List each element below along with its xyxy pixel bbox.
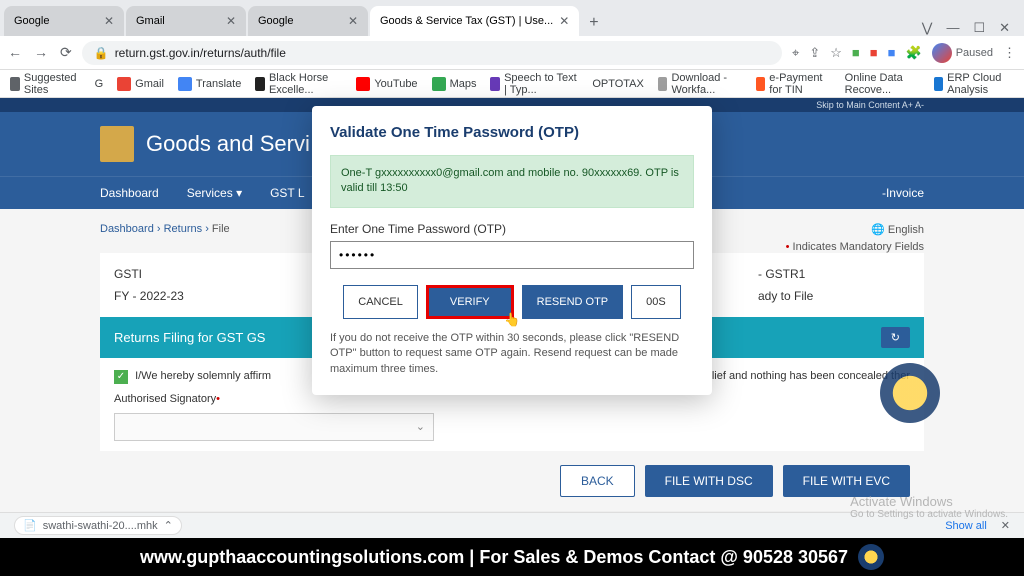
bookmark-item[interactable]: Speech to Text | Typ...	[490, 72, 578, 96]
nav-dashboard[interactable]: Dashboard	[100, 177, 159, 209]
signatory-label: Authorised Signatory	[114, 393, 216, 405]
bookmark-item[interactable]: Online Data Recove...	[845, 72, 920, 96]
browser-tab[interactable]: Google✕	[4, 6, 124, 36]
lock-icon: 🔒	[94, 46, 109, 60]
file-dsc-button[interactable]: FILE WITH DSC	[645, 465, 773, 497]
bookmark-item[interactable]: e-Payment for TIN	[756, 72, 831, 96]
profile-paused[interactable]: Paused	[932, 43, 993, 63]
oos-button[interactable]: 00S	[631, 285, 681, 319]
guptha-logo-icon	[858, 544, 884, 570]
minimize-icon[interactable]: —	[946, 20, 959, 36]
extensions-icon[interactable]: 🧩	[906, 45, 922, 61]
modal-title: Validate One Time Password (OTP)	[330, 124, 694, 141]
bookmarks-bar: Suggested Sites G Gmail Translate Black …	[0, 70, 1024, 98]
bookmark-item[interactable]: YouTube	[356, 77, 417, 91]
video-footer: www.gupthaaccountingsolutions.com | For …	[0, 538, 1024, 576]
close-icon[interactable]: ✕	[1001, 519, 1010, 532]
signatory-select[interactable]: ⌄	[114, 413, 434, 441]
bookmark-item[interactable]: ERP Cloud Analysis	[934, 72, 1014, 96]
modal-info: One-T gxxxxxxxxxx0@gmail.com and mobile …	[330, 155, 694, 208]
close-icon[interactable]: ✕	[348, 14, 358, 28]
close-icon[interactable]: ✕	[559, 14, 569, 28]
bookmark-item[interactable]: OPTOTAX	[592, 78, 644, 90]
bookmark-item[interactable]: Black Horse Excelle...	[255, 72, 342, 96]
otp-modal: Validate One Time Password (OTP) One-T g…	[312, 106, 712, 395]
url-input[interactable]: 🔒 return.gst.gov.in/returns/auth/file	[82, 41, 782, 65]
file-evc-button[interactable]: FILE WITH EVC	[783, 465, 910, 497]
download-item[interactable]: 📄 swathi-swathi-20....mhk ⌃	[14, 516, 182, 535]
browser-tabs-bar: Google✕ Gmail✕ Google✕ Goods & Service T…	[0, 0, 1024, 36]
avatar-icon	[932, 43, 952, 63]
menu-icon[interactable]: ⋮	[1003, 45, 1016, 61]
ext-icon[interactable]: ■	[870, 45, 878, 60]
nav-einvoice[interactable]: -Invoice	[882, 177, 924, 209]
section-title: Returns Filing for GST GS	[114, 330, 265, 345]
cursor-icon: 👆	[504, 312, 520, 328]
browser-tab-active[interactable]: Goods & Service Tax (GST) | Use...✕	[370, 6, 579, 36]
chevron-up-icon[interactable]: ⌃	[164, 519, 173, 532]
return-type: - GSTR1	[744, 263, 924, 285]
activate-windows-watermark: Activate Windows Go to Settings to activ…	[850, 494, 1008, 520]
modal-note: If you do not receive the OTP within 30 …	[330, 331, 694, 377]
affirm-text: I/We hereby solemnly affirm	[135, 370, 271, 382]
checkbox-checked[interactable]: ✓	[114, 370, 128, 384]
close-icon[interactable]: ✕	[226, 14, 236, 28]
otp-input[interactable]	[330, 241, 694, 269]
verify-button[interactable]: VERIFY	[429, 288, 511, 316]
maximize-icon[interactable]: ☐	[973, 20, 985, 36]
share-icon[interactable]: ⇪	[809, 45, 820, 61]
cancel-button[interactable]: CANCEL	[343, 285, 418, 319]
emblem-icon	[100, 126, 134, 162]
breadcrumb-link[interactable]: Returns	[164, 223, 203, 235]
window-controls: ⋁ — ☐ ✕	[912, 20, 1020, 36]
language-selector[interactable]: 🌐 English	[871, 223, 924, 236]
back-button[interactable]: BACK	[560, 465, 635, 497]
expand-icon[interactable]: ⋁	[922, 20, 933, 36]
reload-icon[interactable]: ⟳	[60, 44, 72, 61]
back-icon[interactable]: ←	[8, 44, 22, 61]
file-icon: 📄	[23, 519, 37, 532]
address-bar: ← → ⟳ 🔒 return.gst.gov.in/returns/auth/f…	[0, 36, 1024, 70]
close-window-icon[interactable]: ✕	[999, 20, 1010, 36]
star-icon[interactable]: ☆	[830, 45, 842, 61]
close-icon[interactable]: ✕	[104, 14, 114, 28]
fy-label: FY - 2022-23	[100, 285, 198, 307]
nav-services[interactable]: Services ▾	[187, 177, 242, 209]
breadcrumb-current: File	[212, 223, 230, 235]
return-status: ady to File	[744, 285, 924, 307]
resend-otp-button[interactable]: RESEND OTP	[522, 285, 624, 319]
bookmark-item[interactable]: Maps	[432, 77, 477, 91]
otp-label: Enter One Time Password (OTP)	[330, 222, 694, 236]
page-title: Goods and Servi	[146, 131, 310, 157]
url-text: return.gst.gov.in/returns/auth/file	[115, 46, 286, 60]
refresh-button[interactable]: ↻	[881, 327, 910, 348]
highlight-box: VERIFY	[426, 285, 514, 319]
bookmark-item[interactable]: Translate	[178, 77, 241, 91]
new-tab-button[interactable]: +	[581, 10, 606, 36]
show-all-link[interactable]: Show all	[945, 520, 987, 532]
browser-tab[interactable]: Google✕	[248, 6, 368, 36]
bookmark-item[interactable]: Gmail	[117, 77, 164, 91]
ext-icon[interactable]: ■	[888, 45, 896, 60]
ext-icon[interactable]: ■	[852, 45, 860, 60]
chevron-down-icon: ⌄	[416, 419, 425, 436]
breadcrumb-link[interactable]: Dashboard	[100, 223, 154, 235]
guptha-logo-icon	[880, 363, 940, 423]
bookmark-item[interactable]: G	[95, 78, 104, 90]
forward-icon[interactable]: →	[34, 44, 48, 61]
browser-tab[interactable]: Gmail✕	[126, 6, 246, 36]
location-icon[interactable]: ⌖	[792, 45, 799, 61]
nav-gstlaw[interactable]: GST L	[270, 177, 304, 209]
gsti-label: GSTI	[100, 263, 198, 285]
bookmark-item[interactable]: Suggested Sites	[10, 72, 81, 96]
bookmark-item[interactable]: Download - Workfa...	[658, 72, 742, 96]
